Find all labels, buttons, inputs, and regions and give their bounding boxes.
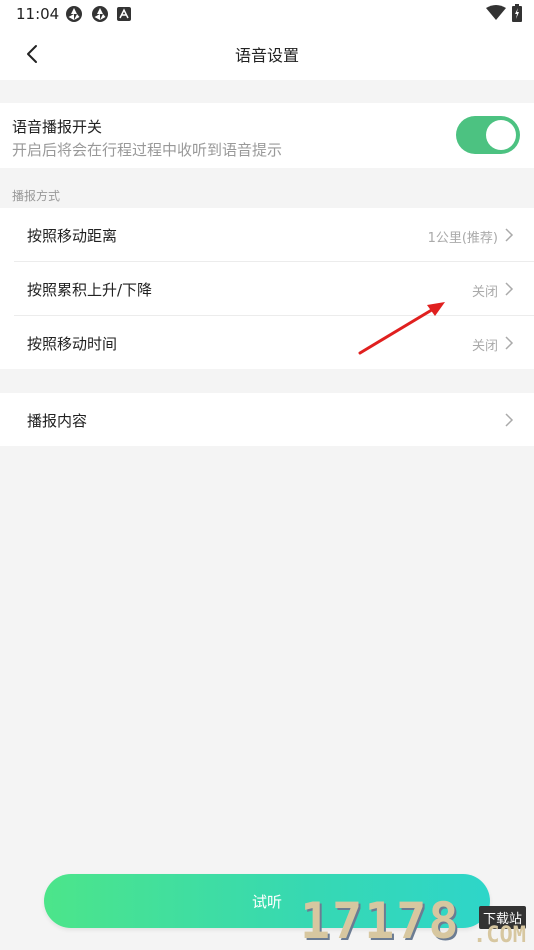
chevron-left-icon	[27, 45, 37, 63]
voice-switch-subtitle: 开启后将会在行程过程中收听到语音提示	[12, 141, 283, 159]
aperture-icon	[92, 6, 108, 22]
try-listen-label: 试听	[251, 892, 282, 911]
back-button[interactable]	[18, 40, 46, 68]
list-item-distance[interactable]: 按照移动距离 1公里(推荐)	[0, 208, 534, 262]
status-system-icons	[486, 4, 522, 22]
list-item-value: 关闭	[471, 285, 498, 300]
list-item-broadcast-content[interactable]: 播报内容	[0, 393, 534, 447]
broadcast-mode-label: 播报方式	[12, 189, 61, 203]
chevron-right-icon	[505, 336, 514, 350]
broadcast-content-row: 播报内容	[0, 393, 534, 446]
list-item-ascent-descent[interactable]: 按照累积上升/下降 关闭	[0, 262, 534, 316]
chevron-right-icon	[505, 282, 514, 296]
list-item-label: 播报内容	[27, 412, 88, 430]
voice-broadcast-switch-row: 语音播报开关 开启后将会在行程过程中收听到语音提示	[0, 103, 534, 168]
status-time: 11:04	[16, 5, 60, 23]
toggle-knob	[486, 120, 516, 150]
app-a-icon	[117, 7, 131, 21]
list-item-label: 按照移动距离	[27, 227, 118, 245]
list-item-label: 按照累积上升/下降	[27, 281, 153, 299]
broadcast-mode-list: 按照移动距离 1公里(推荐) 按照累积上升/下降 关闭 按照移动时间 关闭	[0, 208, 534, 369]
aperture-icon	[66, 6, 82, 22]
list-item-label: 按照移动时间	[27, 335, 118, 353]
chevron-right-icon	[505, 228, 514, 242]
site-watermark: 17178 下载站 .COM	[300, 888, 530, 950]
header: 语音设置	[0, 28, 534, 80]
list-item-value: 1公里(推荐)	[427, 231, 498, 246]
page-title: 语音设置	[234, 46, 299, 65]
voice-switch-toggle[interactable]	[456, 116, 520, 154]
wifi-icon	[486, 5, 506, 20]
status-notification-icons	[65, 5, 131, 23]
red-arrow-annotation	[358, 302, 445, 355]
list-item-value: 关闭	[471, 339, 498, 354]
voice-switch-title: 语音播报开关	[12, 118, 103, 136]
watermark-digits: 17178	[300, 892, 461, 950]
battery-charging-icon	[512, 4, 522, 22]
list-item-time[interactable]: 按照移动时间 关闭	[0, 316, 534, 370]
watermark-domain: .COM	[473, 923, 526, 948]
status-bar: 11:04	[0, 0, 534, 28]
chevron-right-icon	[505, 413, 514, 427]
